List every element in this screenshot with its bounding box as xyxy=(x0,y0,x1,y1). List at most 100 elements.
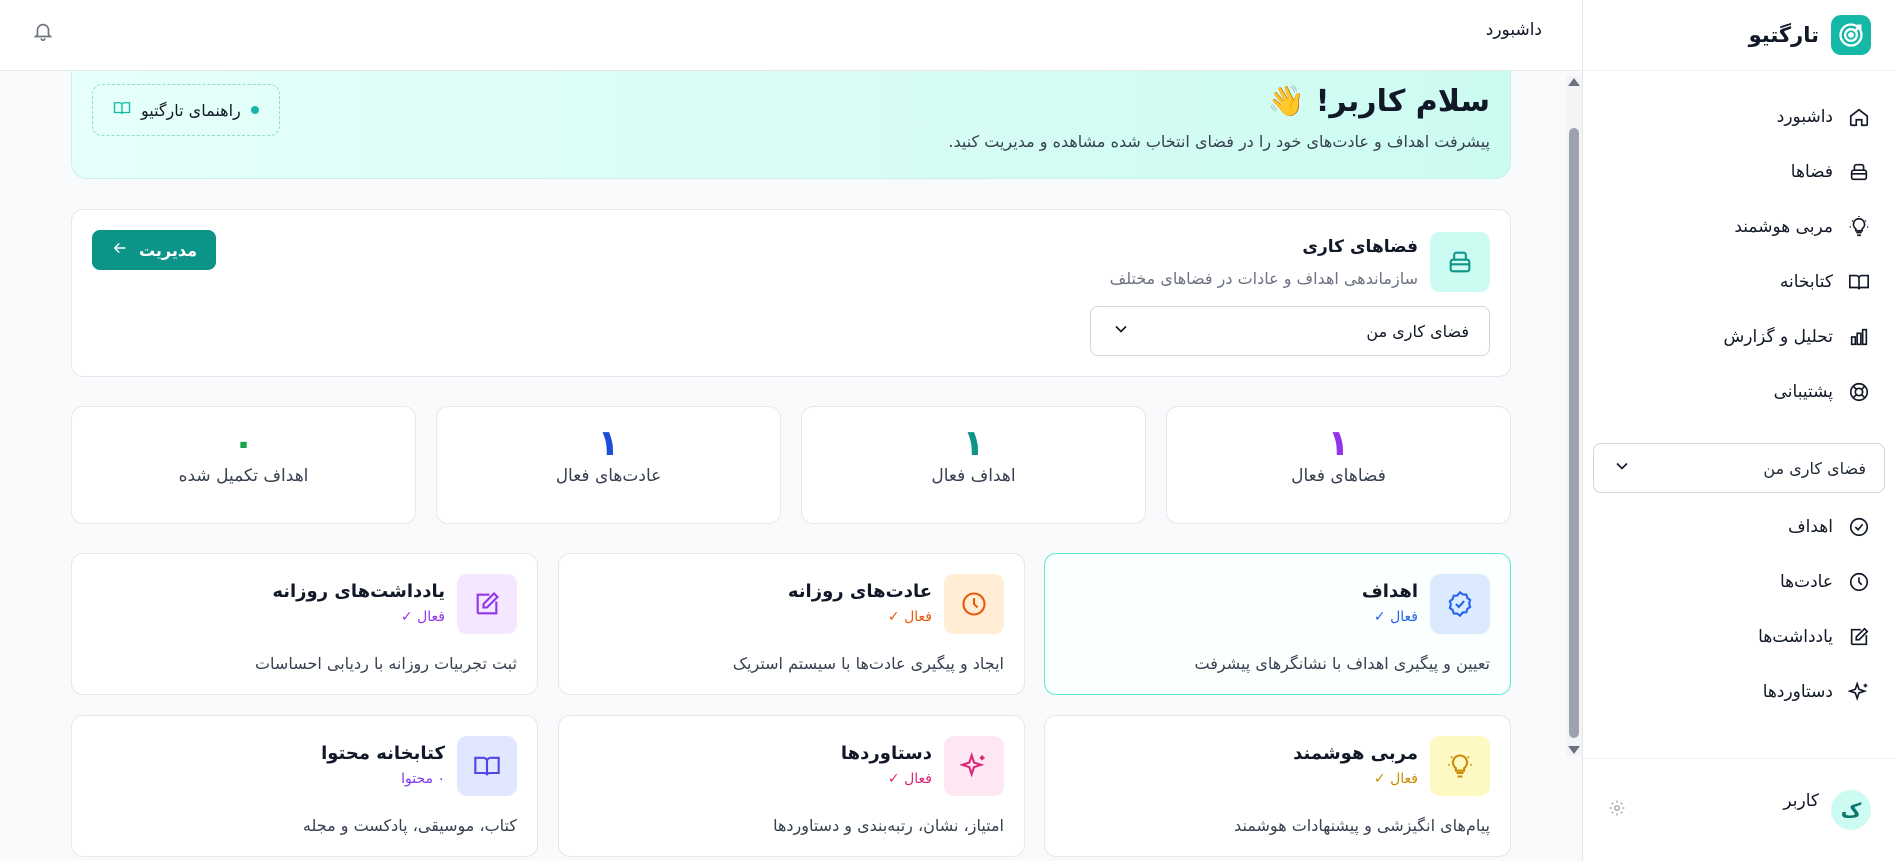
welcome-subtitle: پیشرفت اهداف و عادت‌های خود را در فضای ا… xyxy=(948,132,1490,151)
book-open-icon xyxy=(113,99,131,121)
feature-description: پیام‌های انگیزشی و پیشنهادات هوشمند xyxy=(1234,816,1490,835)
chevron-down-icon xyxy=(1111,319,1131,343)
feature-title: اهداف xyxy=(1361,581,1418,602)
stat-label: عادت‌های فعال xyxy=(555,466,662,486)
sidebar-item-label: اهداف xyxy=(1788,516,1833,537)
sidebar-item-spaces[interactable]: فضاها xyxy=(1583,144,1895,199)
target-logo-icon xyxy=(1831,15,1871,55)
feature-card-library[interactable]: کتابخانه محتوا ۰ محتوا کتاب، موسیقی، پاد… xyxy=(71,715,538,857)
page-title: داشبورد xyxy=(1485,20,1542,40)
workspaces-title: فضاهای کاری xyxy=(1302,237,1418,257)
sidebar-item-goals[interactable]: اهداف xyxy=(1583,499,1895,554)
lightbulb-icon xyxy=(1430,736,1490,796)
lightbulb-icon xyxy=(1847,215,1871,239)
sidebar-item-label: عادت‌ها xyxy=(1779,571,1833,592)
sparkles-icon xyxy=(944,736,1004,796)
sidebar-item-dashboard[interactable]: داشبورد xyxy=(1583,89,1895,144)
guide-label: راهنمای تارگتیو xyxy=(141,100,241,120)
status-badge: فعال ✓ xyxy=(1373,609,1418,625)
edit-icon xyxy=(1847,625,1871,649)
badge-check-icon xyxy=(1430,574,1490,634)
lifebuoy-icon xyxy=(1847,380,1871,404)
workspaces-subtitle: سازماندهی اهداف و عادات در فضاهای مختلف xyxy=(1109,269,1418,288)
sidebar-item-label: مربی هوشمند xyxy=(1734,216,1833,237)
bell-icon[interactable] xyxy=(32,20,54,46)
feature-description: کتاب، موسیقی، پادکست و مجله xyxy=(302,816,517,835)
status-badge: ۰ محتوا xyxy=(401,771,445,787)
sparkles-icon xyxy=(1847,680,1871,704)
brand: تارگتیو xyxy=(1583,0,1895,71)
user-profile[interactable]: ک کاربر xyxy=(1582,758,1895,861)
sidebar-item-label: یادداشت‌ها xyxy=(1758,626,1833,647)
feature-card-smart-coach[interactable]: مربی هوشمند فعال ✓ پیام‌های انگیزشی و پی… xyxy=(1044,715,1511,857)
feature-description: ثبت تجربیات روزانه با ردیابی احساسات xyxy=(254,654,517,673)
workspace-nav: اهداف عادت‌ها یادداشت‌ها دستاوردها xyxy=(1583,499,1895,719)
stat-label: اهداف فعال xyxy=(931,466,1016,486)
book-open-icon xyxy=(457,736,517,796)
sidebar-item-library[interactable]: کتابخانه xyxy=(1583,254,1895,309)
sidebar-item-achievements[interactable]: دستاوردها xyxy=(1583,664,1895,719)
feature-title: عادت‌های روزانه xyxy=(787,581,932,602)
sidebar: تارگتیو داشبورد فضاها مربی هوشمند کتابخا… xyxy=(1582,0,1895,861)
feature-card-notes[interactable]: یادداشت‌های روزانه فعال ✓ ثبت تجربیات رو… xyxy=(71,553,538,695)
sidebar-item-label: پشتیبانی xyxy=(1773,381,1833,402)
feature-title: کتابخانه محتوا xyxy=(321,743,445,764)
bar-chart-icon xyxy=(1847,325,1871,349)
status-badge: فعال ✓ xyxy=(887,609,932,625)
feature-card-achievements[interactable]: دستاوردها فعال ✓ امتیاز، نشان، رتبه‌بندی… xyxy=(558,715,1025,857)
sidebar-item-label: کتابخانه xyxy=(1779,271,1833,292)
chevron-down-icon xyxy=(1612,456,1632,480)
avatar: ک xyxy=(1831,790,1871,830)
sidebar-item-label: تحلیل و گزارش xyxy=(1723,326,1833,347)
sidebar-item-notes[interactable]: یادداشت‌ها xyxy=(1583,609,1895,664)
stat-label: فضاهای فعال xyxy=(1291,466,1386,486)
stat-card-active-habits: ۱ عادت‌های فعال xyxy=(436,406,781,524)
sidebar-item-label: دستاوردها xyxy=(1762,681,1833,702)
sidebar-workspace-value: فضای کاری من xyxy=(1763,458,1866,478)
stat-label: اهداف تکمیل شده xyxy=(178,466,309,486)
app-name: تارگتیو xyxy=(1748,23,1819,47)
workspaces-card: فضاهای کاری سازماندهی اهداف و عادات در ف… xyxy=(71,209,1511,377)
sidebar-item-habits[interactable]: عادت‌ها xyxy=(1583,554,1895,609)
sidebar-item-smart-coach[interactable]: مربی هوشمند xyxy=(1583,199,1895,254)
user-name: کاربر xyxy=(1783,791,1819,811)
feature-card-habits[interactable]: عادت‌های روزانه فعال ✓ ایجاد و پیگیری عا… xyxy=(558,553,1025,695)
stat-value: ۱ xyxy=(1327,423,1350,464)
stat-card-active-spaces: ۱ فضاهای فعال xyxy=(1166,406,1511,524)
check-circle-icon xyxy=(1847,515,1871,539)
workspace-select-value: فضای کاری من xyxy=(1366,321,1469,341)
stat-card-completed-goals: ۰ اهداف تکمیل شده xyxy=(71,406,416,524)
stat-card-active-goals: ۱ اهداف فعال xyxy=(801,406,1146,524)
sidebar-item-analytics[interactable]: تحلیل و گزارش xyxy=(1583,309,1895,364)
gear-icon[interactable] xyxy=(1608,799,1626,821)
main-content: سلام کاربر! 👋 پیشرفت اهداف و عادت‌های خو… xyxy=(0,71,1582,861)
feature-card-goals[interactable]: اهداف فعال ✓ تعیین و پیگیری اهداف با نشا… xyxy=(1044,553,1511,695)
stat-value: ۱ xyxy=(597,423,620,464)
feature-description: ایجاد و پیگیری عادت‌ها با سیستم استریک xyxy=(732,654,1004,673)
sidebar-item-label: فضاها xyxy=(1790,161,1833,182)
feature-title: دستاوردها xyxy=(840,743,932,764)
feature-description: امتیاز، نشان، رتبه‌بندی و دستاوردها xyxy=(773,816,1004,835)
manage-button[interactable]: مدیریت xyxy=(92,230,216,270)
layers-icon xyxy=(1430,232,1490,292)
top-header: داشبورد xyxy=(0,0,1582,71)
clock-icon xyxy=(944,574,1004,634)
manage-label: مدیریت xyxy=(138,240,198,260)
stat-value: ۰ xyxy=(232,423,255,464)
feature-title: مربی هوشمند xyxy=(1293,743,1418,764)
guide-button[interactable]: راهنمای تارگتیو xyxy=(92,84,280,136)
sidebar-workspace-select[interactable]: فضای کاری من xyxy=(1593,443,1885,493)
layers-icon xyxy=(1847,160,1871,184)
feature-title: یادداشت‌های روزانه xyxy=(272,581,445,602)
welcome-banner: سلام کاربر! 👋 پیشرفت اهداف و عادت‌های خو… xyxy=(71,71,1511,179)
sidebar-item-support[interactable]: پشتیبانی xyxy=(1583,364,1895,419)
sidebar-item-label: داشبورد xyxy=(1776,106,1833,127)
home-icon xyxy=(1847,105,1871,129)
clock-icon xyxy=(1847,570,1871,594)
arrow-left-icon xyxy=(111,239,129,261)
status-badge: فعال ✓ xyxy=(1373,771,1418,787)
workspace-select[interactable]: فضای کاری من xyxy=(1090,306,1490,356)
stat-value: ۱ xyxy=(962,423,985,464)
feature-description: تعیین و پیگیری اهداف با نشانگرهای پیشرفت xyxy=(1194,654,1490,673)
welcome-title: سلام کاربر! 👋 xyxy=(1267,84,1490,119)
